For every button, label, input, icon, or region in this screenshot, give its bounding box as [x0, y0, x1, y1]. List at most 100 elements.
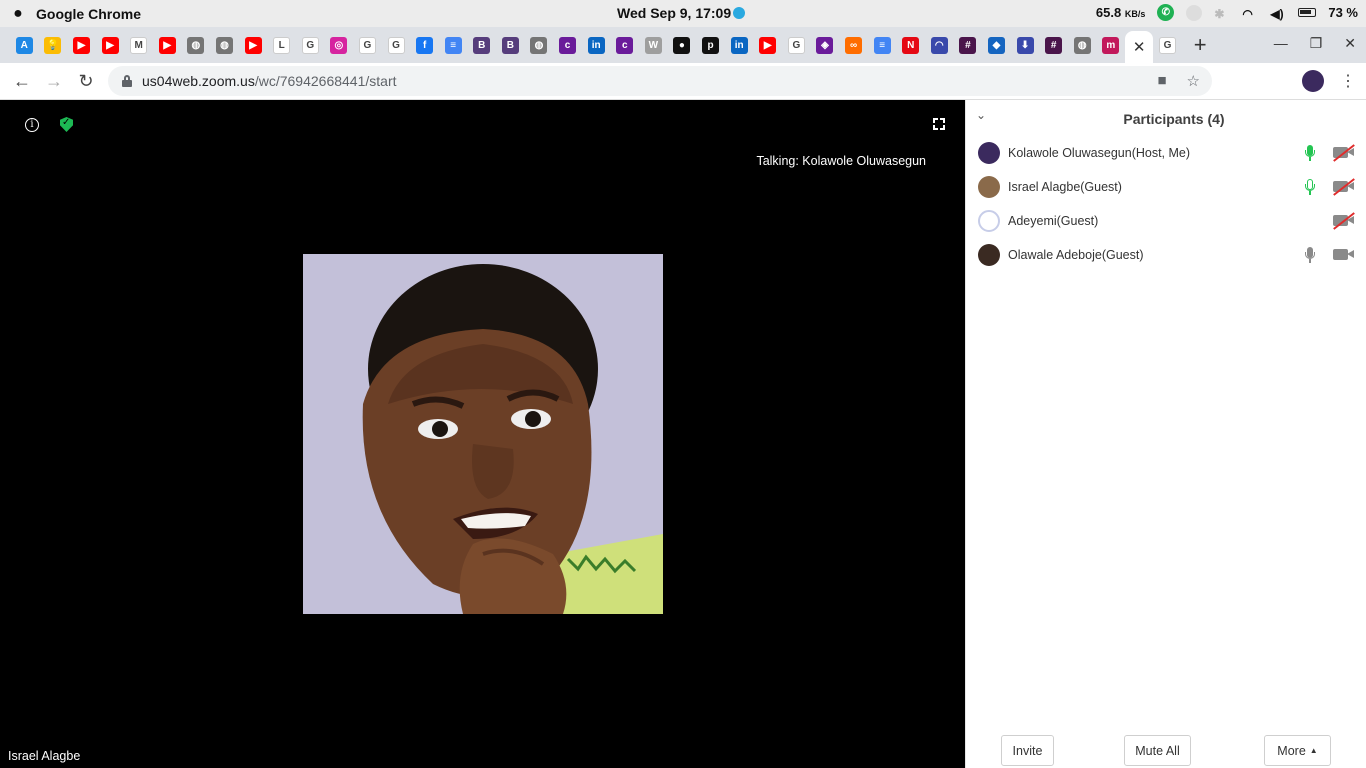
gmail-icon[interactable]: M [130, 36, 148, 54]
meeting-info-icon[interactable]: i [25, 118, 39, 132]
microphone-icon[interactable] [1305, 247, 1315, 263]
p-icon[interactable]: p [702, 36, 720, 54]
circle-icon[interactable]: ● [673, 36, 691, 54]
globe-icon[interactable]: ◍ [530, 36, 548, 54]
more-button[interactable]: More ▲ [1264, 735, 1331, 766]
participant-name: Olawale Adeboje(Guest) [1008, 248, 1144, 262]
microphone-icon[interactable] [1305, 179, 1315, 195]
chrome-menu-icon[interactable]: ⋮ [1340, 71, 1356, 91]
docs-icon[interactable]: ≡ [873, 36, 891, 54]
bootstrap-icon[interactable]: B [473, 36, 491, 54]
whatsapp-icon[interactable]: ✆ [1157, 4, 1175, 21]
bootstrap-icon[interactable]: B [501, 36, 519, 54]
linkedin-icon[interactable]: in [730, 36, 748, 54]
colorlib-icon[interactable]: c [559, 36, 577, 54]
new-tab-button[interactable]: + [1194, 32, 1207, 58]
url-host: us04web.zoom.us [142, 73, 255, 89]
video-off-icon[interactable] [1333, 178, 1355, 196]
back-icon[interactable]: ← [6, 71, 38, 92]
address-bar[interactable]: us04web.zoom.us/wc/76942668441/start ■ ☆ [108, 66, 1212, 96]
encryption-shield-icon[interactable] [60, 117, 73, 132]
link-icon[interactable]: ∞ [845, 36, 863, 54]
youtube-icon[interactable]: ▶ [72, 36, 90, 54]
participant-row[interactable]: Israel Alagbe(Guest) [978, 172, 1355, 202]
colorlib-icon[interactable]: c [616, 36, 634, 54]
netflix-icon[interactable]: N [902, 36, 920, 54]
instagram-icon[interactable]: ◎ [330, 36, 348, 54]
participant-profile-photo [303, 254, 663, 614]
forward-icon[interactable]: → [38, 71, 70, 92]
slack-icon[interactable]: # [1045, 36, 1063, 54]
participant-row[interactable]: Adeyemi(Guest) [978, 206, 1355, 236]
box-icon[interactable]: ◆ [987, 36, 1005, 54]
l-icon[interactable]: L [273, 36, 291, 54]
participant-row[interactable]: Kolawole Oluwasegun(Host, Me) [978, 138, 1355, 168]
youtube-icon[interactable]: ▶ [244, 36, 262, 54]
participant-avatar [978, 176, 1000, 198]
linkedin-icon[interactable]: in [587, 36, 605, 54]
status-area: 65.8 KB/s ✆ ✱ ◠ ◀) 73 % [1096, 4, 1358, 21]
lock-icon[interactable] [122, 75, 132, 87]
participant-avatar [978, 244, 1000, 266]
globe-icon[interactable]: ◍ [215, 36, 233, 54]
battery-icon[interactable] [1298, 8, 1317, 17]
minimize-icon[interactable]: — [1274, 35, 1288, 52]
video-off-icon[interactable] [1333, 144, 1355, 162]
bluetooth-icon[interactable]: ✱ [1214, 7, 1230, 21]
wordpress-icon[interactable]: W [644, 36, 662, 54]
swirl-icon[interactable]: ◠ [930, 36, 948, 54]
caret-up-icon: ▲ [1309, 746, 1318, 755]
google-icon[interactable]: G [358, 36, 376, 54]
os-menu-bar: ● Google Chrome Wed Sep 9, 17:09 65.8 KB… [0, 0, 1366, 27]
participant-row[interactable]: Olawale Adeboje(Guest) [978, 240, 1355, 270]
restore-icon[interactable]: ❐ [1310, 35, 1323, 52]
omnibox-actions: ■ ☆ [1157, 72, 1200, 90]
tab-favicon-list: A 💡 ▶ ▶ M ▶ ◍ ◍ ▶ L G ◎ G Gf ≡ B B ◍ c in c W ● p in ▶ G ◈ ∞ ≡ N ◠ # ◆ ⬇ # ◍… [10, 36, 1125, 54]
youtube-icon[interactable]: ▶ [759, 36, 777, 54]
medium-icon[interactable]: m [1102, 36, 1120, 54]
app-store-icon[interactable]: A [15, 36, 33, 54]
google-icon[interactable]: G [1158, 36, 1176, 54]
youtube-icon[interactable]: ▶ [158, 36, 176, 54]
tab-favicon-after-active: G [1153, 36, 1182, 54]
fullscreen-icon[interactable] [933, 118, 945, 130]
slack-icon[interactable]: # [959, 36, 977, 54]
weather-icon [733, 7, 746, 19]
participants-panel: ⌄ Participants (4) Kolawole Oluwasegun(H… [965, 100, 1366, 768]
apple-menu-icon[interactable]: ● [0, 5, 36, 23]
close-window-icon[interactable]: ✕ [1344, 35, 1356, 52]
active-tab[interactable]: ✕ [1125, 31, 1154, 63]
google-icon[interactable]: G [787, 36, 805, 54]
browser-toolbar: ← → ↻ us04web.zoom.us/wc/76942668441/sta… [0, 63, 1366, 153]
browser-tab-strip: A 💡 ▶ ▶ M ▶ ◍ ◍ ▶ L G ◎ G Gf ≡ B B ◍ c in c W ● p in ▶ G ◈ ∞ ≡ N ◠ # ◆ ⬇ # ◍… [0, 27, 1366, 63]
globe-icon[interactable]: ◍ [187, 36, 205, 54]
more-button-label: More [1277, 743, 1306, 758]
keep-icon[interactable]: 💡 [44, 36, 62, 54]
camera-indicator-icon[interactable]: ■ [1157, 72, 1166, 90]
globe-icon[interactable]: ◍ [1073, 36, 1091, 54]
youtube-icon[interactable]: ▶ [101, 36, 119, 54]
volume-icon[interactable]: ◀) [1270, 7, 1286, 21]
video-off-icon[interactable] [1333, 212, 1355, 230]
participant-name: Adeyemi(Guest) [1008, 214, 1099, 228]
system-clock[interactable]: Wed Sep 9, 17:09 [617, 5, 746, 21]
close-tab-icon[interactable]: ✕ [1133, 38, 1146, 56]
invite-button[interactable]: Invite [1001, 735, 1054, 766]
reload-icon[interactable]: ↻ [70, 71, 102, 92]
active-speaker-indicator: Talking: Kolawole Oluwasegun [756, 154, 926, 168]
facebook-icon[interactable]: f [416, 36, 434, 54]
stack-icon[interactable]: ◈ [816, 36, 834, 54]
docs-icon[interactable]: ≡ [444, 36, 462, 54]
bookmark-star-icon[interactable]: ☆ [1187, 72, 1200, 90]
skype-icon[interactable] [1186, 4, 1203, 21]
download-icon[interactable]: ⬇ [1016, 36, 1034, 54]
google-icon[interactable]: G [387, 36, 405, 54]
wifi-icon[interactable]: ◠ [1242, 7, 1258, 21]
microphone-icon[interactable] [1305, 145, 1315, 161]
video-camera-icon[interactable] [1333, 248, 1355, 262]
google-icon[interactable]: G [301, 36, 319, 54]
profile-avatar[interactable] [1302, 70, 1324, 92]
mute-all-button[interactable]: Mute All [1124, 735, 1191, 766]
active-app-name[interactable]: Google Chrome [36, 6, 141, 22]
clock-text: Wed Sep 9, 17:09 [617, 5, 732, 21]
